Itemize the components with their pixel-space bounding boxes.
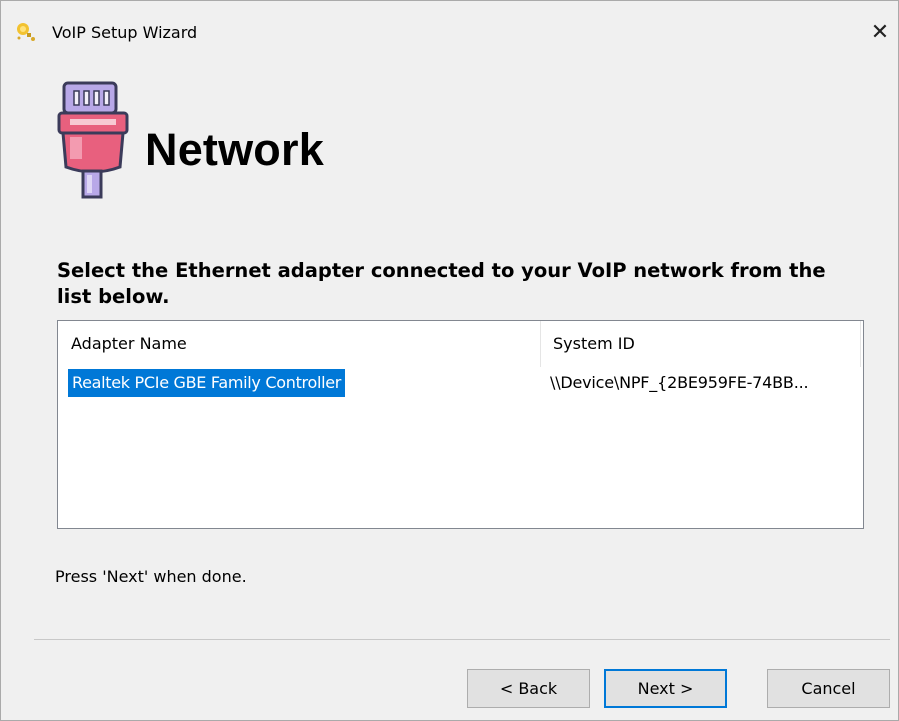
divider [34, 639, 890, 640]
list-item[interactable]: Realtek PCIe GBE Family Controller \\Dev… [58, 369, 863, 397]
page-title: Network [145, 124, 324, 175]
ethernet-plug-icon [57, 81, 129, 199]
instruction-text: Select the Ethernet adapter connected to… [57, 259, 826, 308]
next-button[interactable]: Next > [604, 669, 727, 708]
back-button[interactable]: < Back [467, 669, 590, 708]
title-bar: VoIP Setup Wizard ✕ [1, 1, 898, 57]
close-icon: ✕ [870, 19, 890, 45]
column-header-system-id[interactable]: System ID [541, 321, 861, 367]
list-header: Adapter Name System ID [58, 321, 863, 367]
close-button[interactable]: ✕ [863, 15, 897, 49]
cancel-button[interactable]: Cancel [767, 669, 890, 708]
adapter-name-cell: Realtek PCIe GBE Family Controller [68, 369, 346, 397]
hint-text: Press 'Next' when done. [55, 567, 247, 586]
column-header-adapter-name[interactable]: Adapter Name [58, 321, 541, 367]
wizard-window: VoIP Setup Wizard ✕ Network Select the E… [0, 0, 899, 721]
wizard-app-icon [17, 23, 35, 41]
adapter-list[interactable]: Adapter Name System ID Realtek PCIe GBE … [57, 320, 864, 529]
system-id-cell: \\Device\NPF_{2BE959FE-74BB... [550, 373, 809, 392]
window-title: VoIP Setup Wizard [52, 23, 198, 42]
